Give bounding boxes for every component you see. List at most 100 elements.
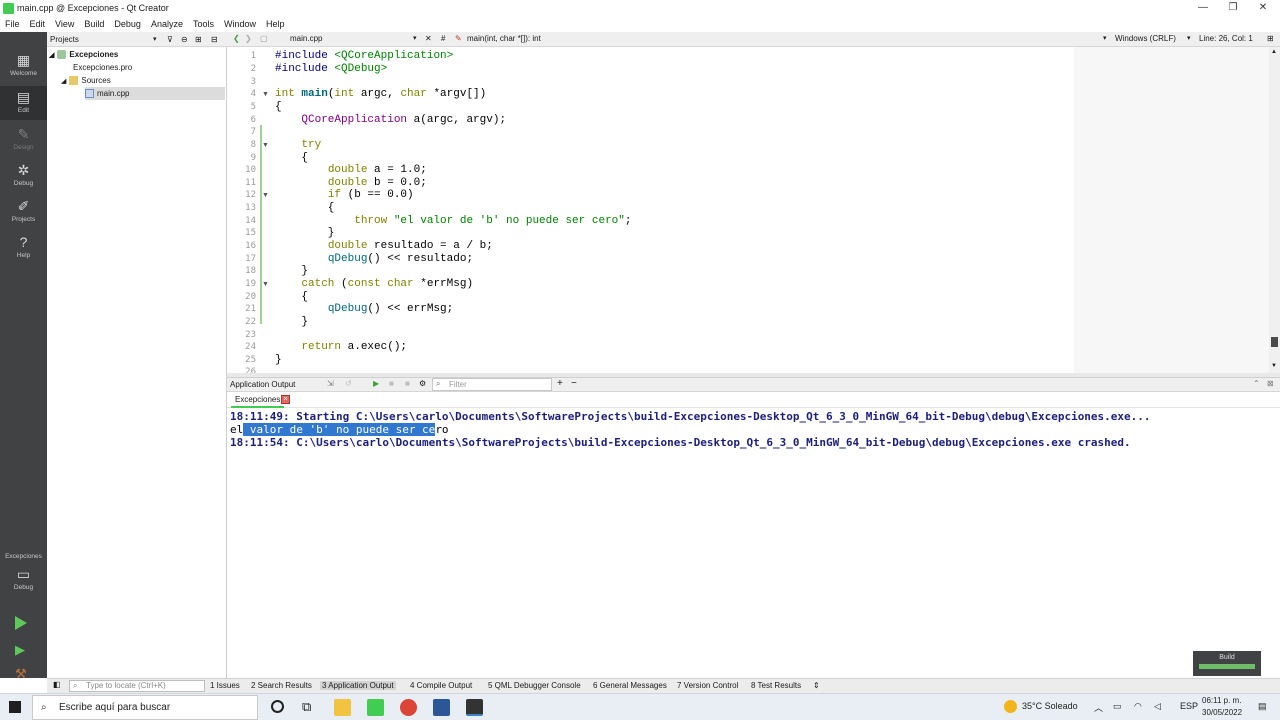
menu-analyze[interactable]: Analyze: [146, 16, 188, 32]
stop-icon[interactable]: ■: [389, 379, 394, 388]
settings-gear-icon[interactable]: ⚙: [419, 379, 426, 388]
pane-search-results[interactable]: 2 Search Results: [251, 681, 312, 690]
close-pane-icon[interactable]: ⊠: [1267, 379, 1274, 388]
debug-run-icon[interactable]: ▶: [15, 642, 25, 658]
run-again-icon[interactable]: ▶: [373, 379, 379, 388]
zoom-in-icon[interactable]: +: [557, 378, 563, 389]
line-endings-selector[interactable]: Windows (CRLF): [1115, 34, 1176, 43]
menu-help[interactable]: Help: [261, 16, 290, 32]
run-icon[interactable]: [15, 616, 27, 630]
wifi-icon[interactable]: ◠: [1134, 701, 1142, 712]
split-icon[interactable]: ⊞: [195, 35, 202, 44]
cortana-icon[interactable]: [271, 700, 284, 713]
cursor-position[interactable]: Line: 26, Col: 1: [1199, 34, 1253, 43]
fold-arrow-icon[interactable]: ▼: [262, 142, 269, 149]
weather-text[interactable]: 35°C Soleado: [1022, 701, 1078, 711]
dropdown-arrow-icon[interactable]: ▾: [153, 35, 157, 43]
file-dropdown-icon[interactable]: ▾: [413, 34, 417, 42]
menu-view[interactable]: View: [50, 16, 79, 32]
pane-qml-debugger-console[interactable]: 5 QML Debugger Console: [488, 681, 581, 690]
code-line: qDebug() << errMsg;: [327, 303, 454, 315]
stop-all-icon[interactable]: ■: [405, 379, 410, 388]
split-editor-icon[interactable]: ⊞: [1267, 34, 1274, 43]
file-explorer-icon[interactable]: [334, 699, 351, 716]
tree-node-pro-file[interactable]: Excepciones.pro: [73, 61, 251, 74]
mode-debug[interactable]: ✲ Debug: [0, 162, 47, 187]
close-panel-icon[interactable]: ⊟: [211, 35, 218, 44]
tree-node-project[interactable]: ◢ Excepciones: [49, 48, 227, 61]
output-pane-title: Application Output: [230, 380, 296, 389]
mode-edit[interactable]: ▤ Edit: [0, 86, 47, 120]
nav-back-icon[interactable]: ❮: [233, 34, 240, 43]
filter-icon[interactable]: ⊽: [167, 35, 173, 44]
line-number: 11: [245, 178, 256, 188]
build-hammer-icon[interactable]: ⚒: [15, 666, 27, 682]
pane-general-messages[interactable]: 6 General Messages: [593, 681, 667, 690]
menu-edit[interactable]: Edit: [25, 16, 51, 32]
zoom-out-icon[interactable]: −: [571, 378, 577, 389]
pane-issues[interactable]: 1 Issues: [210, 681, 240, 690]
fold-arrow-icon[interactable]: ▼: [262, 91, 269, 98]
scroll-down-icon[interactable]: ▼: [1271, 363, 1277, 369]
terminal-icon[interactable]: [466, 699, 483, 716]
fold-arrow-icon[interactable]: ▼: [262, 281, 269, 288]
network-icon[interactable]: ▭: [1113, 701, 1122, 712]
pane-test-results[interactable]: 8 Test Results: [751, 681, 801, 690]
task-view-icon[interactable]: ⧉: [302, 699, 311, 715]
menu-window[interactable]: Window: [219, 16, 261, 32]
filter-input[interactable]: ⌕ Filter: [432, 378, 552, 391]
clock-date[interactable]: 30/05/2022: [1202, 708, 1242, 717]
tray-expand-icon[interactable]: ︿: [1094, 701, 1103, 714]
pane-version-control[interactable]: 7 Version Control: [677, 681, 738, 690]
more-panes-icon[interactable]: ⇕: [813, 681, 820, 690]
line-number: 25: [245, 355, 256, 365]
maximize-button[interactable]: ❐: [1218, 0, 1248, 16]
symbol-selector[interactable]: main(int, char *[]): int: [467, 34, 541, 43]
scroll-thumb[interactable]: [1271, 337, 1278, 347]
clock-time[interactable]: 06:11 p. m.: [1202, 696, 1241, 705]
rerun-icon[interactable]: ↺: [345, 379, 352, 388]
pane-compile-output[interactable]: 4 Compile Output: [410, 681, 472, 690]
mode-welcome[interactable]: ▦ Welcome: [0, 52, 47, 77]
windows-start-icon[interactable]: [9, 701, 21, 713]
qt-creator-taskbar-icon[interactable]: [367, 699, 384, 716]
tree-node-main-cpp[interactable]: main.cpp: [85, 87, 225, 100]
link-icon[interactable]: ⊖: [181, 35, 188, 44]
close-tab-icon[interactable]: ×: [281, 395, 290, 404]
menu-debug[interactable]: Debug: [109, 16, 146, 32]
mode-help[interactable]: ? Help: [0, 234, 47, 259]
mode-projects[interactable]: ✐ Projects: [0, 198, 47, 223]
maximize-pane-icon[interactable]: ⌃: [1253, 379, 1260, 388]
scroll-up-icon[interactable]: ▲: [1271, 49, 1277, 55]
tree-node-sources[interactable]: ◢ Sources: [61, 74, 239, 87]
language-indicator[interactable]: ESP: [1180, 701, 1198, 711]
code-editor[interactable]: #include <QCoreApplication> #include <QD…: [271, 47, 1074, 373]
fold-arrow-icon[interactable]: ▼: [262, 192, 269, 199]
kit-selector[interactable]: Excepciones ▭ Debug: [0, 553, 47, 591]
editor-scrollbar[interactable]: ▲ ▼: [1269, 47, 1280, 373]
toggle-sidebar-icon[interactable]: ◧: [53, 680, 61, 689]
mode-design[interactable]: ✎ Design: [0, 126, 47, 151]
chrome-icon[interactable]: [400, 699, 417, 716]
line-number: 9: [250, 153, 256, 163]
menu-tools[interactable]: Tools: [188, 16, 219, 32]
locator-input[interactable]: ⌕ Type to locate (Ctrl+K): [69, 680, 205, 692]
notifications-icon[interactable]: ▤: [1258, 701, 1267, 712]
volume-icon[interactable]: ◁: [1154, 701, 1161, 712]
application-output[interactable]: 18:11:49: Starting C:\Users\carlo\Docume…: [227, 408, 1280, 678]
menu-build[interactable]: Build: [79, 16, 109, 32]
minimize-button[interactable]: —: [1188, 0, 1218, 16]
open-file-name[interactable]: main.cpp: [290, 34, 322, 43]
word-icon[interactable]: [433, 699, 450, 716]
close-file-icon[interactable]: ✕: [425, 34, 432, 43]
expand-arrow-icon: ◢: [61, 77, 67, 85]
attach-icon[interactable]: ⇲: [327, 379, 334, 388]
output-tab-excepciones[interactable]: Excepciones: [231, 394, 285, 408]
menu-file[interactable]: File: [0, 16, 25, 32]
build-progress[interactable]: Build: [1193, 651, 1261, 676]
taskbar-search[interactable]: ⌕ Escribe aquí para buscar: [32, 695, 258, 720]
nav-forward-icon[interactable]: ❯: [245, 34, 252, 43]
editor-toolbar: ❮ ❯ ▢ main.cpp ▾ ✕ # ✎ main(int, char *[…: [227, 32, 1280, 47]
close-button[interactable]: ✕: [1248, 0, 1278, 16]
pane-application-output[interactable]: 3 Application Output: [320, 681, 396, 690]
